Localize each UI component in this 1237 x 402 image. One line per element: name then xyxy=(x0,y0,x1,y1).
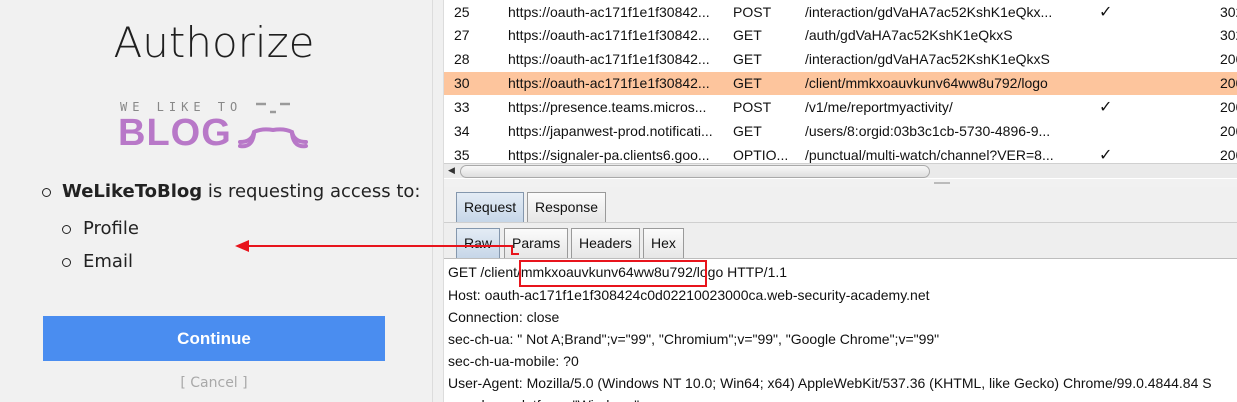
annotation-arrow-icon xyxy=(235,240,519,255)
